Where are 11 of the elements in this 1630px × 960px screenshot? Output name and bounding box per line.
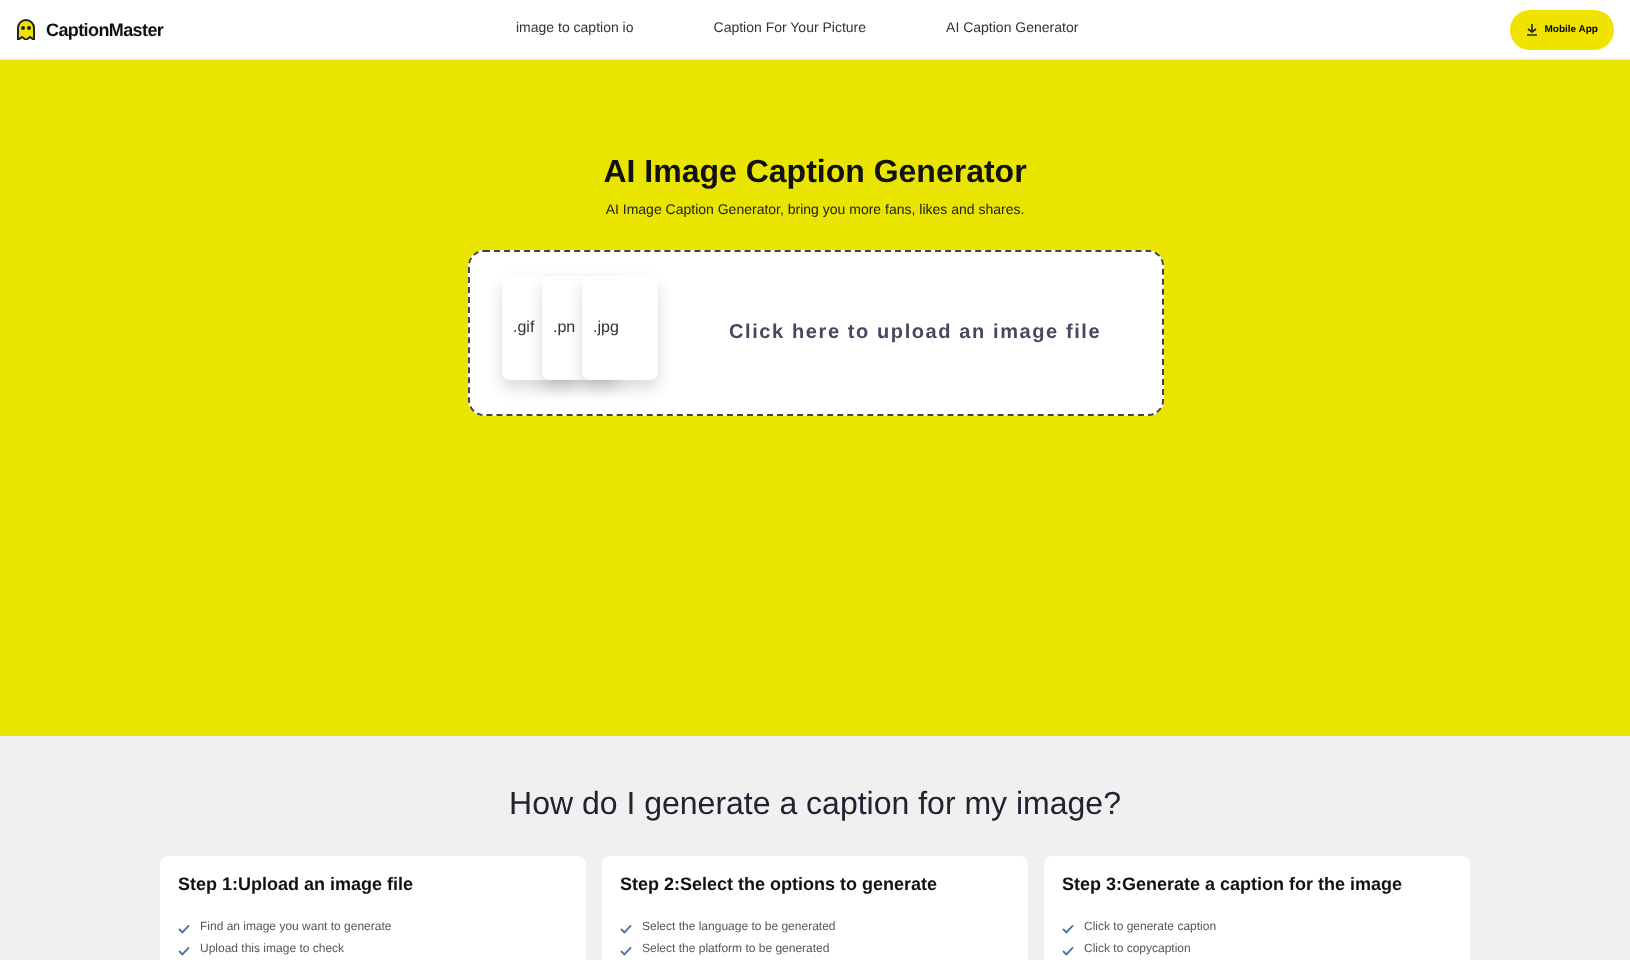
step-title: Step 3:Generate a caption for the image: [1062, 874, 1405, 894]
download-icon: [1526, 23, 1539, 35]
page-title: AI Image Caption Generator: [603, 156, 1027, 192]
upload-area[interactable]: .gif .pn .jpg Click here to upload an image file: [467, 250, 1163, 416]
logo-text[interactable]: CaptionMaster: [46, 19, 164, 39]
step-title: Step 2:Select the options to generate: [620, 874, 940, 894]
file-type-card: .jpg: [581, 275, 657, 379]
section-heading: How do I generate a caption for my image?: [509, 788, 1121, 824]
upload-label: Click here to upload an image file: [729, 322, 1102, 344]
step-title: Step 1:Upload an image file: [178, 874, 416, 894]
ghost-logo-icon: [16, 18, 36, 40]
